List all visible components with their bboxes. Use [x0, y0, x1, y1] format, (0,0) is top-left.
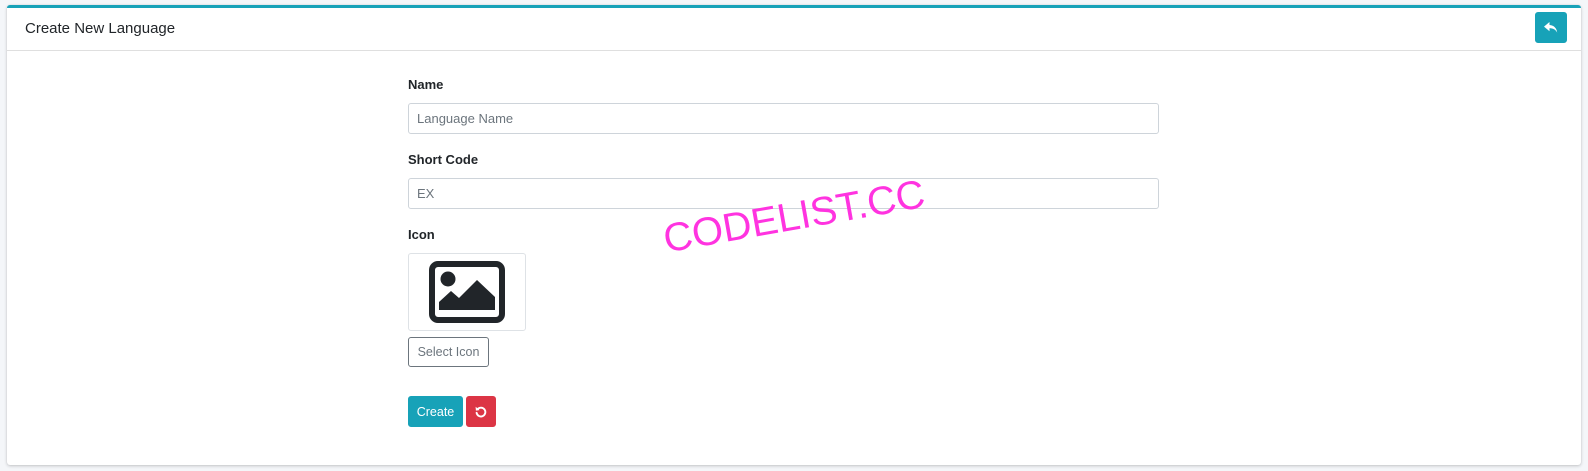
image-icon: [429, 261, 505, 323]
undo-icon: [475, 406, 487, 417]
card-header: Create New Language: [7, 8, 1581, 51]
select-icon-button[interactable]: Select Icon: [408, 337, 489, 367]
name-label: Name: [408, 77, 444, 92]
name-input[interactable]: [408, 103, 1159, 134]
page-title: Create New Language: [25, 20, 176, 37]
create-language-card: Create New Language Name Short Code Icon…: [7, 5, 1581, 465]
reset-button[interactable]: [466, 396, 496, 427]
short-code-label: Short Code: [408, 152, 479, 167]
reply-icon: [1544, 21, 1558, 33]
create-button[interactable]: Create: [408, 396, 463, 427]
icon-preview: [408, 253, 526, 331]
back-button[interactable]: [1535, 12, 1567, 43]
icon-label: Icon: [408, 227, 435, 242]
short-code-input[interactable]: [408, 178, 1159, 209]
